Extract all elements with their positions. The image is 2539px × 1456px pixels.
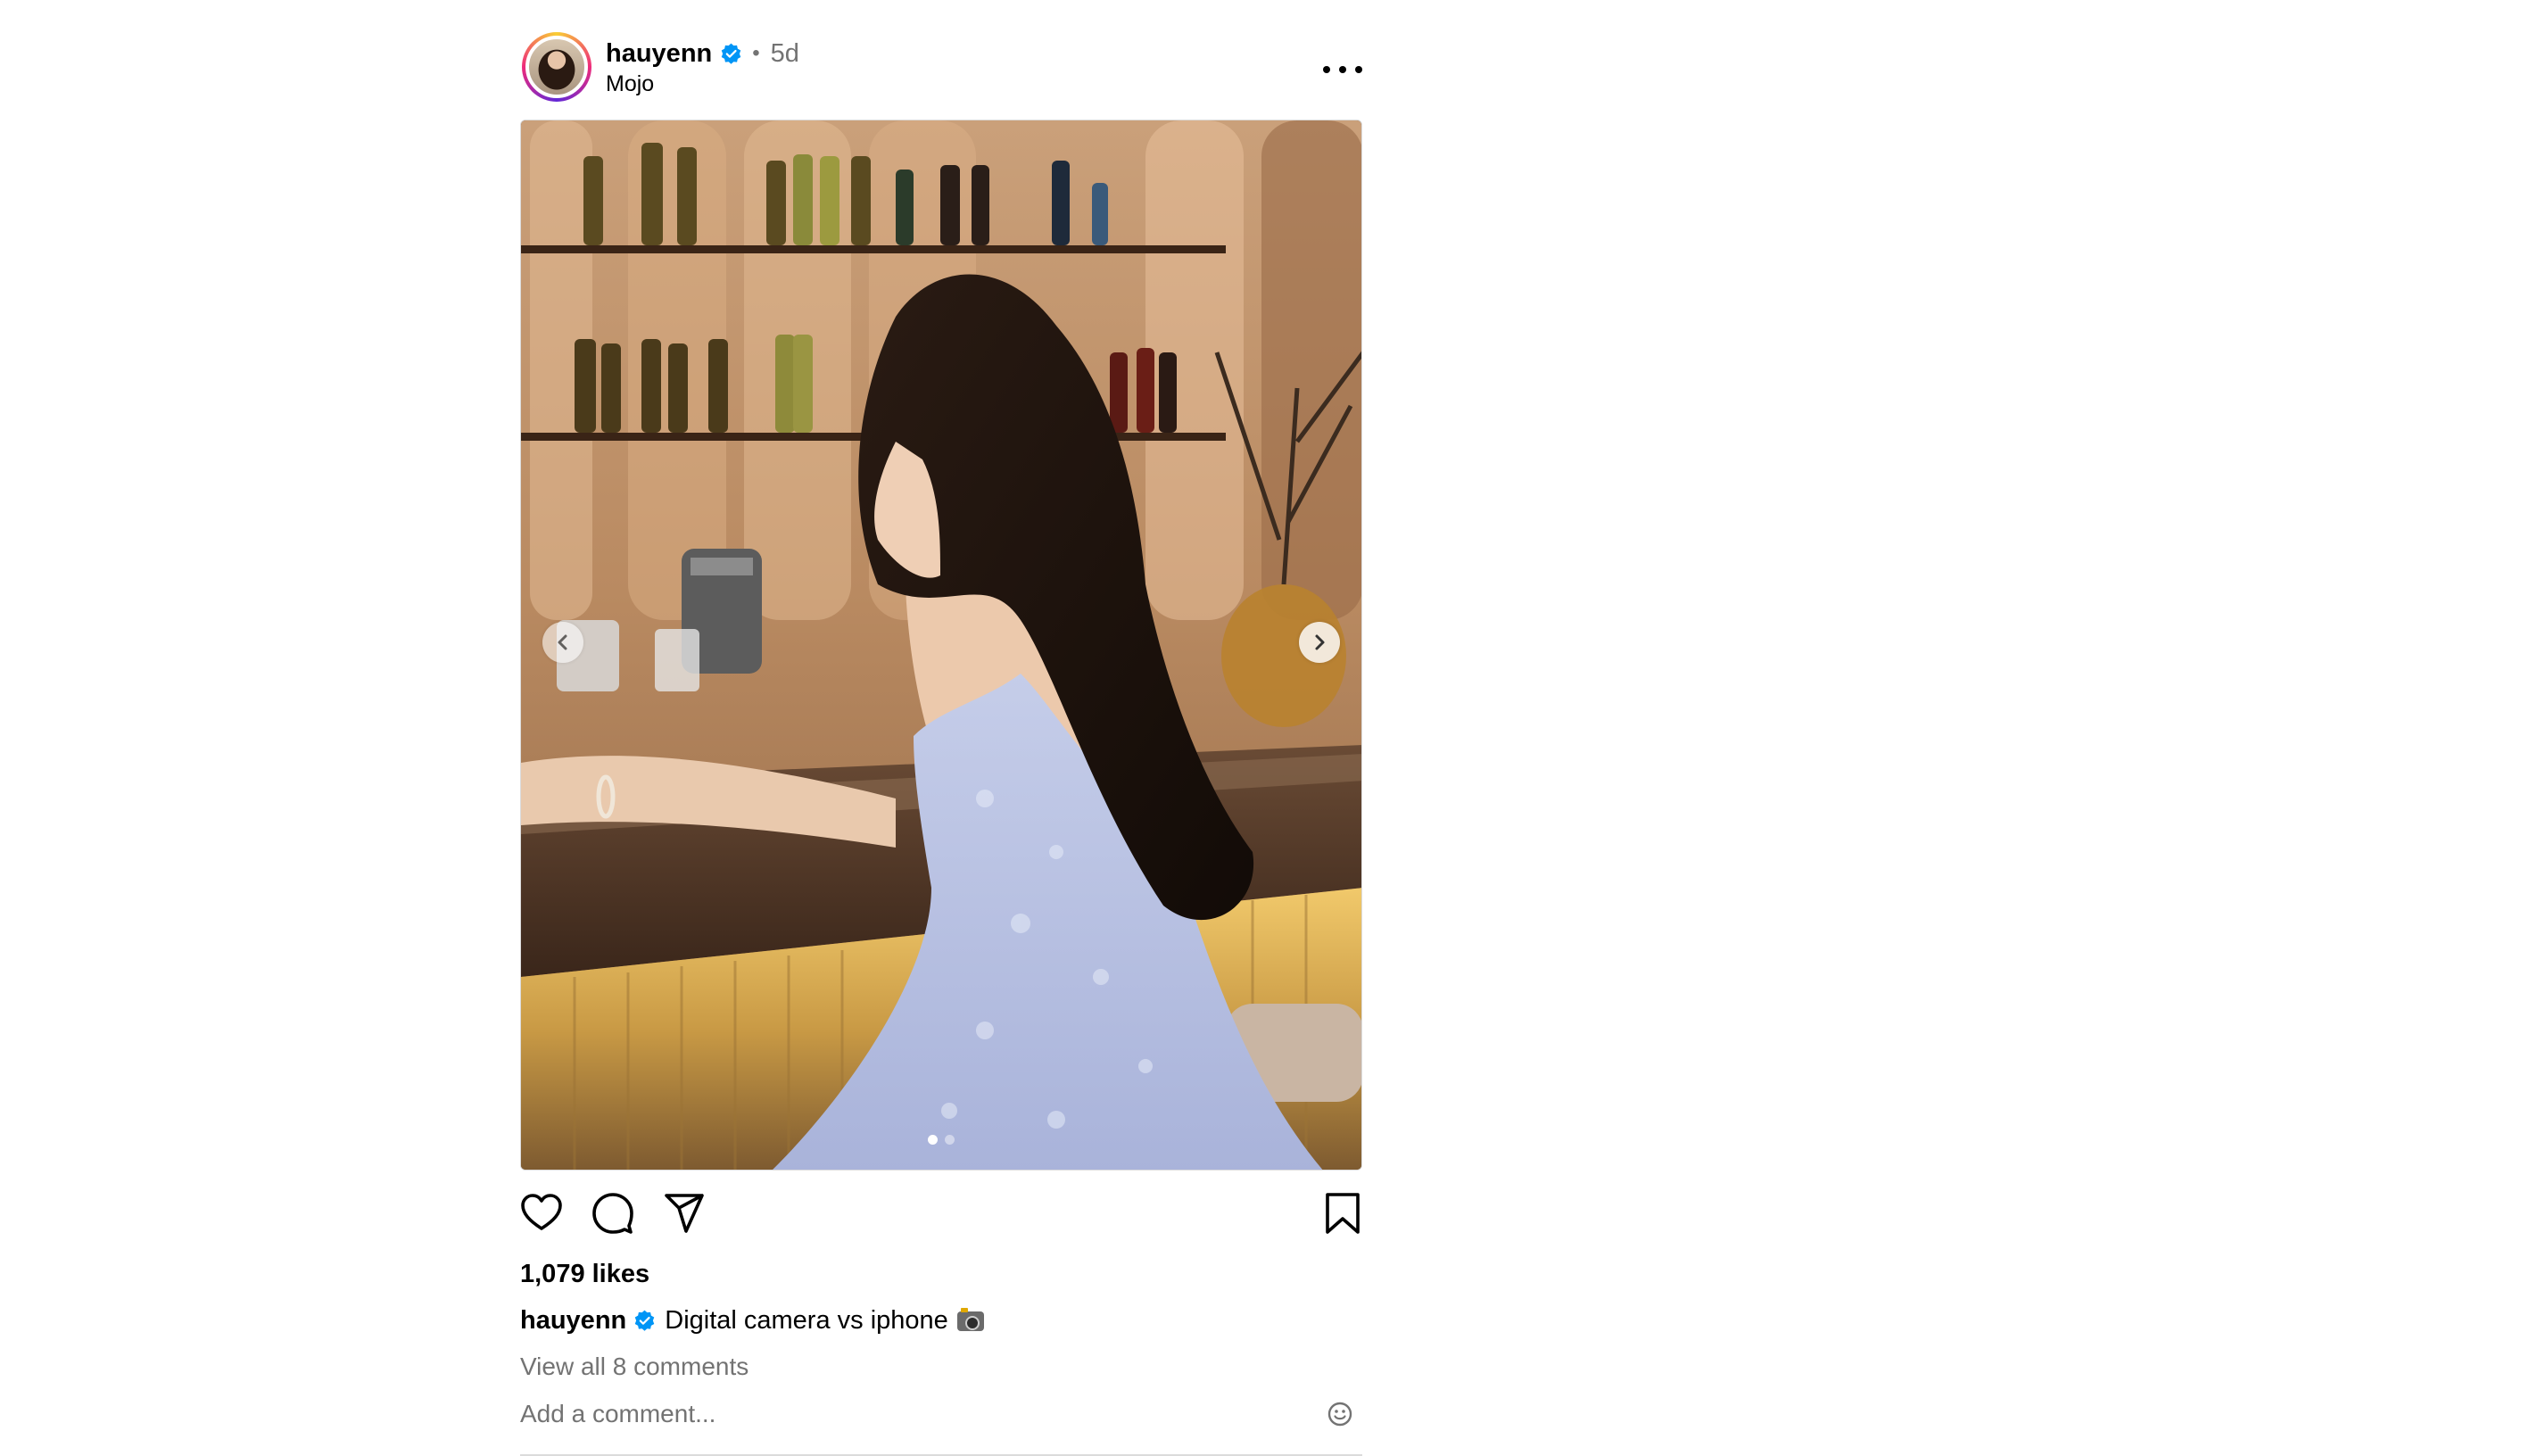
instagram-post: hauyenn • 5d Mojo 1,079 likes hauyenn Di… [520, 27, 1362, 1456]
more-options-icon[interactable] [1323, 62, 1362, 77]
smiley-icon[interactable] [1327, 1401, 1353, 1427]
action-bar [520, 1190, 1362, 1240]
carousel-indicator [521, 1135, 1361, 1145]
separator-dot: • [752, 41, 760, 65]
post-image[interactable] [520, 120, 1362, 1171]
avatar-image [525, 36, 588, 98]
username-link[interactable]: hauyenn [606, 39, 712, 69]
add-comment-input[interactable] [520, 1392, 1359, 1436]
post-time[interactable]: 5d [771, 39, 799, 69]
camera-with-flash-icon [956, 1307, 984, 1331]
chevron-left-icon[interactable] [542, 622, 583, 663]
likes-count[interactable]: 1,079 likes [520, 1260, 649, 1289]
post-header: hauyenn • 5d Mojo [520, 27, 1362, 116]
caption-username[interactable]: hauyenn [520, 1306, 626, 1336]
carousel-dot [945, 1135, 955, 1145]
heart-icon[interactable] [518, 1190, 565, 1237]
verified-badge-icon [635, 1310, 655, 1331]
caption: hauyenn Digital camera vs iphone [520, 1306, 984, 1336]
carousel-dot-active [928, 1135, 938, 1145]
comment-bubble-icon[interactable] [590, 1190, 636, 1237]
chevron-right-icon[interactable] [1299, 622, 1340, 663]
photo-illustration [521, 120, 1361, 1170]
paper-plane-icon[interactable] [661, 1190, 707, 1237]
avatar[interactable] [522, 32, 591, 102]
view-all-comments-link[interactable]: View all 8 comments [520, 1353, 748, 1381]
caption-text: Digital camera vs iphone [665, 1306, 948, 1335]
verified-badge-icon [722, 43, 741, 64]
bookmark-icon[interactable] [1319, 1190, 1366, 1237]
user-line: hauyenn • 5d [606, 37, 799, 70]
location-link[interactable]: Mojo [606, 71, 654, 97]
